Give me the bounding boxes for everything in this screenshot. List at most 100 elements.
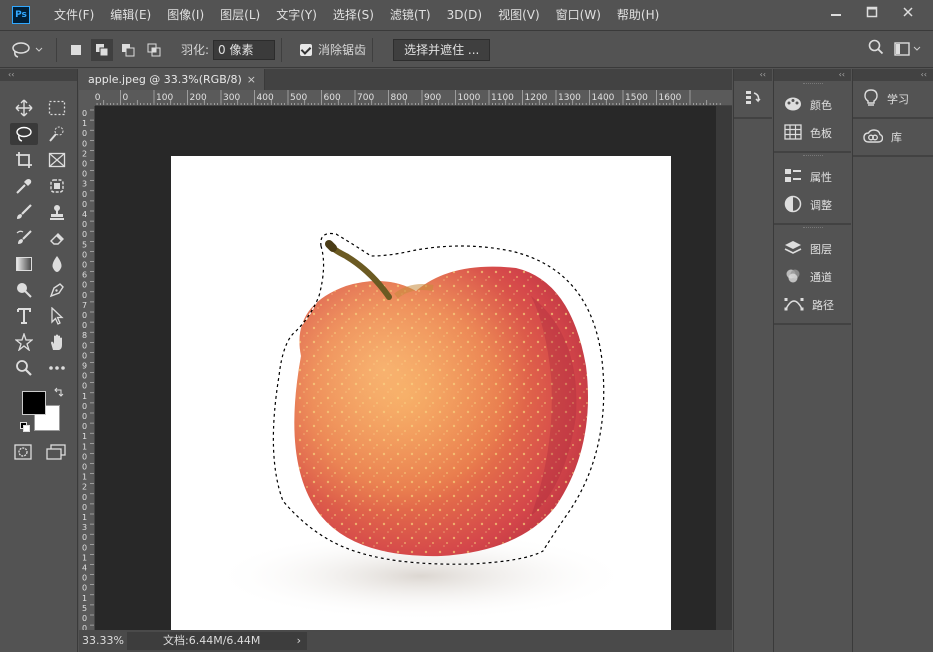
ruler-corner[interactable] [79, 90, 95, 106]
marquee-icon[interactable] [43, 97, 71, 119]
blur-icon[interactable] [43, 253, 71, 275]
eraser-icon[interactable] [43, 227, 71, 249]
menu-type[interactable]: 文字(Y) [268, 0, 325, 31]
pen-icon[interactable] [43, 279, 71, 301]
swatches-panel-label: 色板 [810, 127, 832, 140]
ruler-h-tick-label: 800 [391, 93, 408, 103]
foreground-color[interactable] [22, 391, 46, 415]
menu-file[interactable]: 文件(F) [46, 0, 102, 31]
menu-image[interactable]: 图像(I) [159, 0, 212, 31]
crop-icon[interactable] [10, 149, 38, 171]
zoom-icon[interactable] [10, 357, 38, 379]
vertical-ruler[interactable]: 0100200300400500600700800900100011001200… [79, 106, 95, 630]
feather-label: 羽化: [181, 43, 210, 57]
chevron-right-icon[interactable]: › [297, 632, 301, 650]
layers-panel-button[interactable]: 图层 [774, 235, 851, 263]
new-selection-icon[interactable] [65, 39, 87, 61]
antialias-checkbox[interactable] [300, 43, 313, 56]
color-panel-button[interactable]: 颜色 [774, 91, 851, 119]
lasso-preset-icon[interactable] [10, 41, 50, 59]
panel-collapse-icon[interactable]: ‹‹ [734, 69, 772, 81]
workspace-icon[interactable] [894, 41, 921, 56]
ruler-v-tick-label: 3 [82, 523, 87, 532]
document-tab[interactable]: apple.jpeg @ 33.3%(RGB/8) × [79, 69, 265, 90]
ruler-h-tick-label: 900 [424, 93, 441, 103]
stamp-icon[interactable] [43, 201, 71, 223]
channels-icon [784, 267, 802, 288]
panel-column-1: ‹‹ [733, 69, 772, 652]
menu-view[interactable]: 视图(V) [490, 0, 548, 31]
menu-3d[interactable]: 3D(D) [439, 0, 490, 31]
path-select-icon[interactable] [43, 305, 71, 327]
ruler-h-tick-label: 500 [290, 93, 307, 103]
learn-panel-button[interactable]: 学习 [853, 85, 933, 113]
eyedropper-icon[interactable] [10, 175, 38, 197]
swap-colors-icon[interactable] [54, 387, 64, 400]
ruler-h-tick-label: 300 [223, 93, 240, 103]
move-icon[interactable] [10, 97, 38, 119]
libraries-panel-button[interactable]: 库 [853, 123, 933, 151]
layers-panel-label: 图层 [810, 243, 832, 256]
ruler-h-tick-label: 700 [357, 93, 374, 103]
subtract-selection-icon[interactable] [117, 39, 139, 61]
ruler-v-tick-label: 0 [82, 422, 87, 431]
history-panel-button[interactable] [734, 85, 772, 113]
add-to-selection-icon[interactable] [91, 38, 113, 61]
document-size-info[interactable]: 文档:6.44M/6.44M › [127, 632, 307, 650]
tab-close-icon[interactable]: × [247, 69, 256, 90]
type-icon[interactable] [10, 305, 38, 327]
menu-window[interactable]: 窗口(W) [548, 0, 609, 31]
menu-select[interactable]: 选择(S) [325, 0, 382, 31]
maximize-icon[interactable] [855, 2, 889, 22]
menu-bar: Ps 文件(F) 编辑(E) 图像(I) 图层(L) 文字(Y) 选择(S) 滤… [0, 0, 933, 31]
channels-panel-button[interactable]: 通道 [774, 263, 851, 291]
ruler-h-tick-label: 200 [190, 93, 207, 103]
ruler-h-tick-label: 1400 [592, 93, 615, 103]
default-colors-icon[interactable] [20, 421, 30, 432]
cc-library-icon [863, 128, 884, 146]
shape-icon[interactable] [10, 331, 38, 353]
paths-panel-button[interactable]: 路径 [774, 291, 851, 319]
select-and-mask-button[interactable]: 选择并遮住 ... [393, 38, 491, 61]
gradient-icon[interactable] [10, 253, 38, 275]
close-icon[interactable] [891, 2, 925, 22]
hand-icon[interactable] [43, 331, 71, 353]
lasso-icon[interactable] [10, 123, 38, 145]
menu-edit[interactable]: 编辑(E) [102, 0, 159, 31]
ruler-h-tick-label: 400 [257, 93, 274, 103]
dodge-icon[interactable] [10, 279, 38, 301]
frame-icon[interactable] [43, 149, 71, 171]
ruler-v-tick-label: 2 [82, 149, 87, 158]
feather-input[interactable]: 0 像素 [213, 39, 276, 60]
quick-mask-icon[interactable] [14, 444, 32, 463]
quick-select-icon[interactable] [43, 123, 71, 145]
menu-help[interactable]: 帮助(H) [609, 0, 667, 31]
swatches-panel-button[interactable]: 色板 [774, 119, 851, 147]
learn-panel-label: 学习 [887, 93, 909, 106]
panel-column-3: ‹‹ 学习 库 [852, 69, 933, 652]
apple-image[interactable] [171, 156, 671, 652]
properties-icon [784, 168, 802, 187]
ruler-v-tick-label: 0 [82, 291, 87, 300]
ruler-v-tick-label: 1 [82, 432, 87, 441]
panel-collapse-icon[interactable]: ‹‹ [774, 69, 851, 81]
brush-icon[interactable] [10, 201, 38, 223]
menu-layer[interactable]: 图层(L) [212, 0, 268, 31]
adjustments-panel-button[interactable]: 调整 [774, 191, 851, 219]
screen-mode-icon[interactable] [46, 444, 66, 463]
ruler-v-tick-label: 1 [82, 594, 87, 603]
history-brush-icon[interactable] [10, 227, 38, 249]
spot-heal-icon[interactable] [43, 175, 71, 197]
search-icon[interactable] [868, 39, 884, 58]
horizontal-ruler[interactable]: 0001002003004005006007008009001000110012… [95, 90, 732, 106]
more-icon[interactable] [43, 357, 71, 379]
properties-panel-button[interactable]: 属性 [774, 163, 851, 191]
canvas-workspace[interactable] [95, 106, 716, 652]
vertical-scrollbar[interactable] [716, 106, 732, 630]
menu-filter[interactable]: 滤镜(T) [382, 0, 439, 31]
zoom-level[interactable]: 33.33% [82, 634, 124, 647]
panel-collapse-icon[interactable]: ‹‹ [853, 69, 933, 81]
intersect-selection-icon[interactable] [143, 39, 165, 61]
toolbar-collapse-icon[interactable]: ‹‹ [0, 69, 77, 81]
minimize-icon[interactable] [819, 2, 853, 22]
